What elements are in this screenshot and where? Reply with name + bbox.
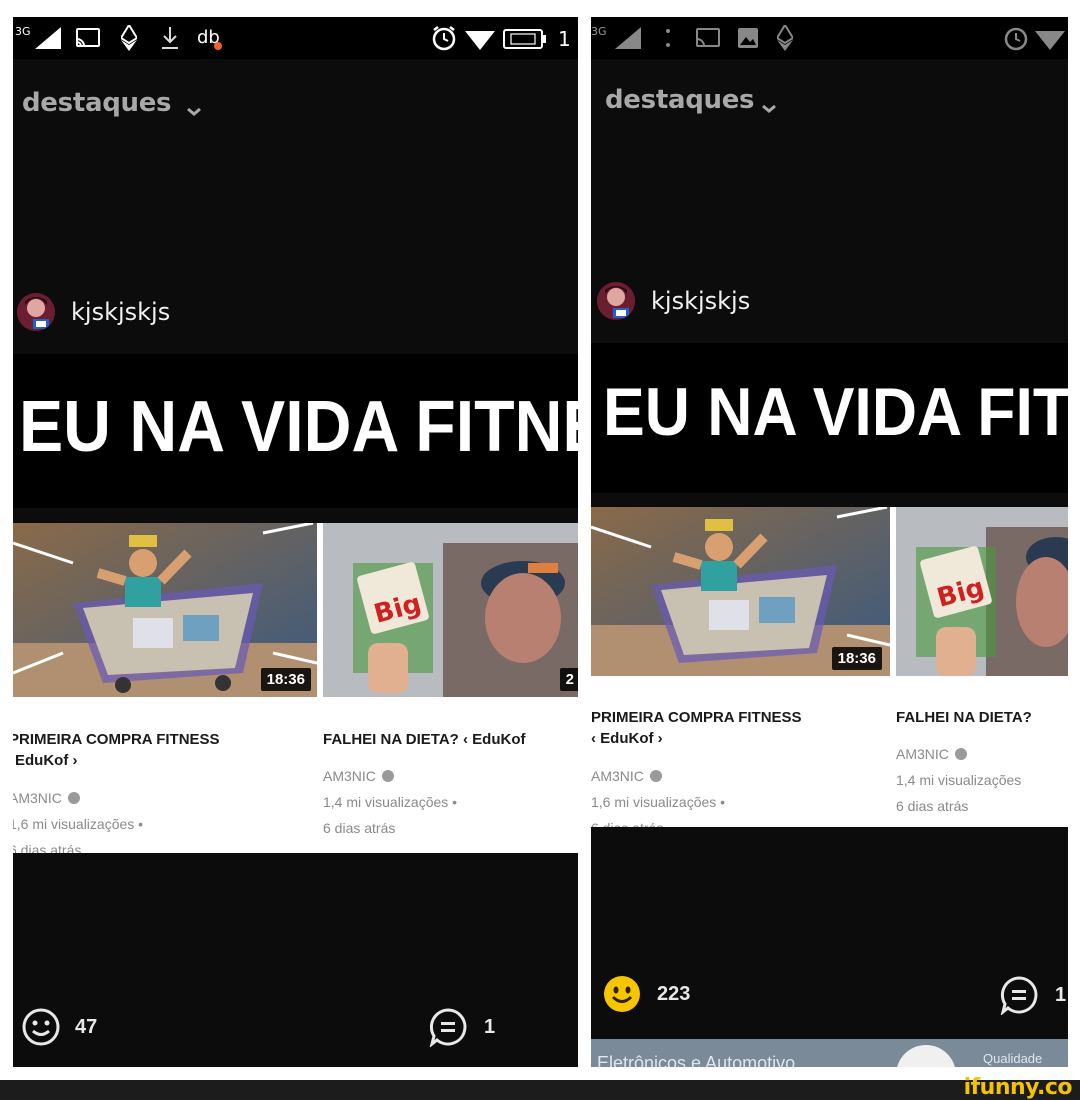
video-thumbnail[interactable]: 18:36 <box>13 523 317 697</box>
chevron-down-icon[interactable] <box>186 107 202 117</box>
status-bar: 3G <box>591 17 1068 59</box>
verified-badge-icon <box>67 792 80 805</box>
network-type-label: 3G <box>591 25 607 38</box>
video-screenshot: 18:36 PRIMEIRA COMPRA FITNESS EduKof › A… <box>13 523 578 853</box>
comment-count: 1 <box>484 1015 496 1038</box>
avatar[interactable] <box>597 282 635 320</box>
video-thumbnail[interactable]: Big <box>896 507 1068 676</box>
peek-circle <box>896 1045 956 1067</box>
cast-icon <box>76 28 100 47</box>
video-views: 1,4 mi visualizações <box>896 772 1022 788</box>
video-duration: 18:36 <box>831 647 882 670</box>
video-views: 1,6 mi visualizações • <box>591 794 726 810</box>
video-card[interactable]: 18:36 PRIMEIRA COMPRA FITNESS EduKof › A… <box>13 523 319 853</box>
smile-button[interactable]: 47 <box>21 1007 97 1047</box>
channel-name[interactable]: AM3NIC <box>13 790 62 806</box>
video-age: 6 dias atrás <box>323 820 396 836</box>
more-icon <box>666 29 670 47</box>
next-post-peek[interactable]: Eletrônicos e Automotivo Qualidade <box>591 1039 1068 1067</box>
peek-right-text: Qualidade <box>983 1051 1043 1066</box>
smile-count: 47 <box>75 1015 98 1038</box>
meme-image: EU NA VIDA FITNES <box>13 354 578 508</box>
video-title[interactable]: PRIMEIRA COMPRA FITNESS <box>13 729 220 750</box>
page-title[interactable]: destaques <box>22 88 172 118</box>
video-card[interactable]: Big FALHEI NA DIETA? AM3NIC 1,4 mi visua… <box>896 507 1068 827</box>
video-card[interactable]: 18:36 PRIMEIRA COMPRA FITNESS ‹ EduKof ›… <box>591 507 891 827</box>
smile-outline-icon <box>22 1008 60 1046</box>
alarm-icon <box>1004 27 1028 51</box>
video-title-line2[interactable]: ‹ EduKof › <box>591 728 663 749</box>
verified-badge-icon <box>954 748 967 761</box>
post-author[interactable]: kjskjskjs <box>597 282 750 320</box>
video-card[interactable]: Big 2 FALHEI NA DIETA? ‹ EduKof AM3NIC 1… <box>323 523 578 853</box>
network-type-label: 3G <box>15 25 31 38</box>
smile-filled-icon <box>604 976 640 1012</box>
cell-signal-icon <box>615 27 641 49</box>
post-author[interactable]: kjskjskjs <box>17 293 170 331</box>
comment-count: 1 <box>1055 983 1067 1006</box>
video-age: 6 dias atrás <box>591 815 663 827</box>
video-duration: 2 <box>559 668 578 691</box>
clock-label: 1 <box>558 27 571 51</box>
video-title[interactable]: FALHEI NA DIETA? <box>896 707 1032 728</box>
username[interactable]: kjskjskjs <box>651 287 750 315</box>
video-duration: 18:36 <box>260 668 311 691</box>
video-title[interactable]: PRIMEIRA COMPRA FITNESS <box>591 707 802 728</box>
video-channel[interactable]: AM3NIC <box>323 763 394 789</box>
verified-badge-icon <box>649 770 662 783</box>
app-notification-icon: db <box>197 27 222 50</box>
avatar[interactable] <box>17 293 55 331</box>
video-thumbnail[interactable]: 18:36 <box>591 507 890 676</box>
chevron-down-icon[interactable] <box>761 104 777 114</box>
channel-name[interactable]: AM3NIC <box>323 768 376 784</box>
channel-name[interactable]: AM3NIC <box>591 768 644 784</box>
smile-button[interactable]: 223 <box>603 975 690 1013</box>
comment-icon <box>429 1008 467 1047</box>
battery-icon <box>503 29 546 49</box>
image-icon <box>738 28 758 48</box>
smile-count: 223 <box>657 982 691 1005</box>
channel-name[interactable]: AM3NIC <box>896 746 949 762</box>
video-views: 1,6 mi visualizações • <box>13 816 144 832</box>
video-channel[interactable]: AM3NIC <box>591 763 662 789</box>
username[interactable]: kjskjskjs <box>71 298 170 326</box>
wifi-icon <box>1035 31 1065 50</box>
video-views: 1,4 mi visualizações • <box>323 794 458 810</box>
verified-badge-icon <box>381 770 394 783</box>
watermark-bar: ifunny.co <box>0 1075 1080 1100</box>
alarm-icon <box>432 26 456 51</box>
meme-image: EU NA VIDA FIT <box>591 343 1068 493</box>
comment-icon <box>1000 976 1038 1015</box>
video-title[interactable]: FALHEI NA DIETA? ‹ EduKof <box>323 729 525 750</box>
ethereum-icon <box>777 25 793 51</box>
video-channel[interactable]: AM3NIC <box>896 741 967 767</box>
page-title[interactable]: destaques <box>605 85 755 115</box>
video-age: 6 dias atrás <box>13 842 82 853</box>
meme-caption: EU NA VIDA FIT <box>603 374 1068 450</box>
video-channel[interactable]: AM3NIC <box>13 785 80 811</box>
meme-caption: EU NA VIDA FITNES <box>19 387 578 467</box>
video-title-line2[interactable]: EduKof › <box>15 750 77 771</box>
right-screenshot-panel: 3G destaques kjskjskjs EU NA VIDA FIT 18… <box>591 17 1068 1067</box>
video-thumbnail[interactable]: Big 2 <box>323 523 578 697</box>
video-age: 6 dias atrás <box>896 798 969 814</box>
comments-button[interactable]: 1 <box>428 1007 495 1047</box>
download-icon <box>162 27 178 49</box>
ifunny-logo: ifunny.co <box>963 1075 1073 1100</box>
cast-icon <box>696 28 720 47</box>
cell-signal-icon <box>35 27 61 49</box>
wifi-icon <box>465 31 495 50</box>
left-screenshot-panel: 3G db 1 destaques kjskjskjs EU NA VIDA F… <box>13 17 578 1067</box>
ethereum-icon <box>121 25 137 51</box>
peek-left-text: Eletrônicos e Automotivo <box>597 1053 796 1067</box>
comments-button[interactable]: 1 <box>999 975 1066 1015</box>
video-screenshot: 18:36 PRIMEIRA COMPRA FITNESS ‹ EduKof ›… <box>591 507 1068 827</box>
status-bar: 3G db 1 <box>13 17 578 59</box>
